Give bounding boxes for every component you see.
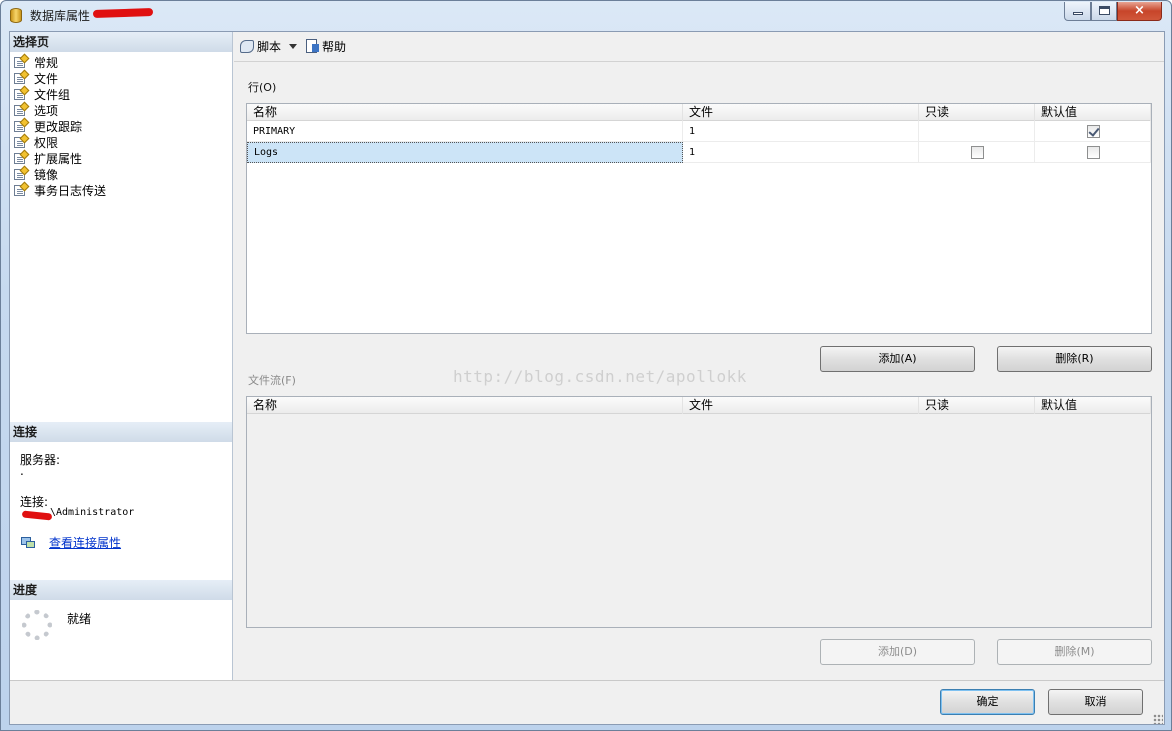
help-icon — [305, 39, 320, 54]
column-header-default[interactable]: 默认值 — [1035, 104, 1151, 121]
minimize-icon — [1073, 12, 1083, 15]
server-value: . — [20, 464, 24, 478]
redaction-mark — [92, 7, 154, 19]
database-icon — [10, 8, 22, 23]
close-button[interactable]: × — [1117, 2, 1162, 21]
watermark: http://blog.csdn.net/apollokk — [453, 367, 747, 386]
page-icon — [13, 149, 30, 165]
server-label: 服务器: — [20, 453, 61, 467]
chevron-down-icon[interactable] — [289, 44, 298, 49]
page-icon — [13, 85, 30, 101]
connection-header: 连接 — [10, 422, 232, 442]
progress-header: 进度 — [10, 580, 232, 600]
cell-default — [1035, 121, 1151, 142]
window-title: 数据库属性 - — [30, 9, 99, 23]
rows-group-label: 行(O) — [248, 81, 277, 94]
page-item-options[interactable]: 选项 — [13, 101, 106, 118]
page-icon — [13, 69, 30, 85]
cell-name-selected[interactable]: Logs — [247, 142, 683, 163]
rows-grid[interactable]: 名称 文件 只读 默认值 PRIMARY 1 Logs 1 — [246, 103, 1152, 334]
cancel-button[interactable]: 取消 — [1048, 689, 1143, 715]
left-pane: 选择页 常规 文件 文件组 选项 更改跟踪 权限 扩展属性 镜像 事务日志传送 … — [10, 32, 233, 680]
remove-row-button[interactable]: 删除(R) — [997, 346, 1152, 372]
column-header-files[interactable]: 文件 — [683, 397, 919, 414]
table-row[interactable]: PRIMARY 1 — [247, 121, 1151, 142]
page-icon — [13, 181, 30, 197]
help-button[interactable]: 帮助 — [305, 38, 346, 55]
page-icon — [13, 101, 30, 117]
add-filestream-button[interactable]: 添加(D) — [820, 639, 975, 665]
cell-files: 1 — [683, 121, 919, 142]
default-checkbox[interactable] — [1087, 146, 1100, 159]
page-icon — [13, 53, 30, 69]
progress-status: 就绪 — [67, 612, 92, 626]
view-connection-properties-link[interactable]: 查看连接属性 — [49, 534, 121, 551]
page-item-general[interactable]: 常规 — [13, 53, 106, 70]
remove-filestream-button[interactable]: 删除(M) — [997, 639, 1152, 665]
maximize-button[interactable] — [1091, 2, 1117, 21]
select-page-header: 选择页 — [10, 32, 232, 52]
readonly-checkbox[interactable] — [971, 146, 984, 159]
add-row-button[interactable]: 添加(A) — [820, 346, 975, 372]
filestream-group-label: 文件流(F) — [248, 374, 296, 387]
column-header-files[interactable]: 文件 — [683, 104, 919, 121]
page-icon — [13, 165, 30, 181]
page-item-log-shipping[interactable]: 事务日志传送 — [13, 181, 106, 198]
script-button[interactable]: 脚本 — [240, 38, 298, 55]
grid-header: 名称 文件 只读 默认值 — [247, 397, 1151, 414]
footer-divider — [10, 680, 1164, 681]
minimize-button[interactable] — [1064, 2, 1091, 21]
view-connection-properties-row: 查看连接属性 — [20, 534, 121, 551]
filestream-grid[interactable]: 名称 文件 只读 默认值 — [246, 396, 1152, 628]
page-item-permissions[interactable]: 权限 — [13, 133, 106, 150]
page-item-extended-properties[interactable]: 扩展属性 — [13, 149, 106, 166]
page-item-change-tracking[interactable]: 更改跟踪 — [13, 117, 106, 134]
column-header-default[interactable]: 默认值 — [1035, 397, 1151, 414]
page-icon — [13, 117, 30, 133]
cell-readonly — [919, 142, 1035, 163]
redaction-mark — [21, 510, 53, 521]
table-row[interactable]: Logs 1 — [247, 142, 1151, 163]
column-header-readonly[interactable]: 只读 — [919, 397, 1035, 414]
page-item-files[interactable]: 文件 — [13, 69, 106, 86]
default-checkbox[interactable] — [1087, 125, 1100, 138]
database-properties-window: 数据库属性 - × 选择页 常规 文件 文件组 选项 更改跟踪 权限 扩展属性 … — [0, 0, 1172, 731]
page-item-filegroups[interactable]: 文件组 — [13, 85, 106, 102]
title-bar[interactable]: 数据库属性 - × — [1, 1, 1171, 29]
script-icon — [240, 39, 254, 54]
resize-grip-icon[interactable] — [1153, 714, 1163, 724]
page-list: 常规 文件 文件组 选项 更改跟踪 权限 扩展属性 镜像 事务日志传送 — [13, 53, 106, 198]
grid-header: 名称 文件 只读 默认值 — [247, 104, 1151, 121]
page-item-mirroring[interactable]: 镜像 — [13, 165, 106, 182]
ok-button[interactable]: 确定 — [940, 689, 1035, 715]
connection-properties-icon — [20, 536, 36, 550]
maximize-icon — [1099, 6, 1110, 15]
connection-value: \Administrator — [50, 507, 135, 518]
cell-readonly — [919, 121, 1035, 142]
page-icon — [13, 133, 30, 149]
progress-spinner-icon — [22, 610, 52, 640]
column-header-name[interactable]: 名称 — [247, 397, 683, 414]
dialog-client: 选择页 常规 文件 文件组 选项 更改跟踪 权限 扩展属性 镜像 事务日志传送 … — [9, 31, 1165, 725]
cell-name[interactable]: PRIMARY — [247, 121, 683, 142]
cell-default — [1035, 142, 1151, 163]
close-icon: × — [1134, 3, 1145, 18]
column-header-name[interactable]: 名称 — [247, 104, 683, 121]
cell-files: 1 — [683, 142, 919, 163]
toolbar: 脚本 帮助 — [234, 32, 1164, 62]
connection-label: 连接: — [20, 495, 49, 509]
column-header-readonly[interactable]: 只读 — [919, 104, 1035, 121]
